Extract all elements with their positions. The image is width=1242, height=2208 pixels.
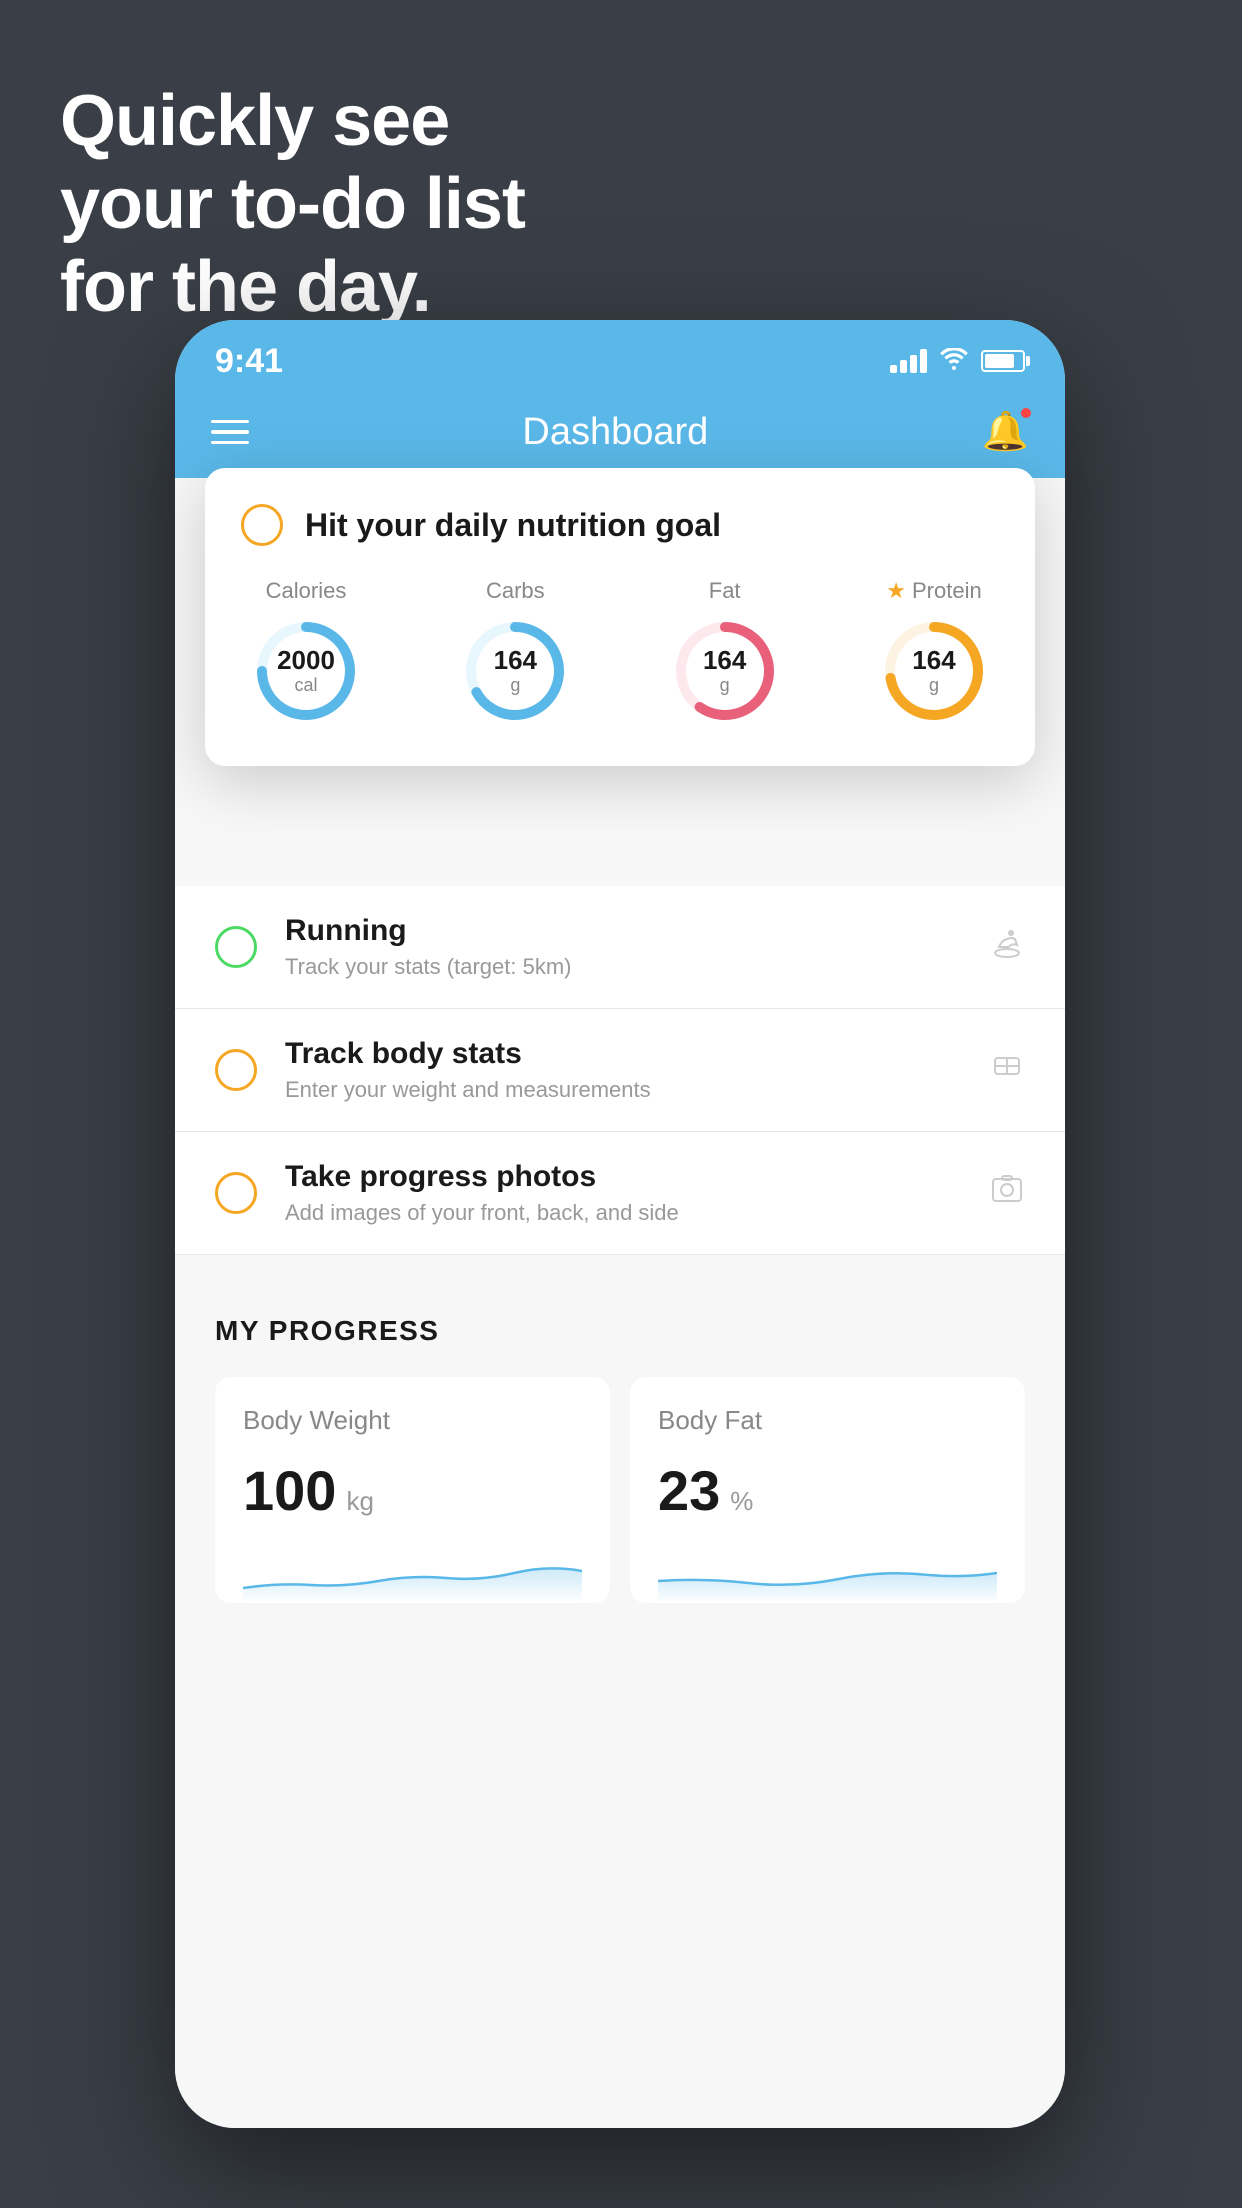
signal-bars-icon: [890, 349, 927, 373]
calories-label: Calories: [266, 578, 347, 604]
list-item-body-stats[interactable]: Track body stats Enter your weight and m…: [175, 1009, 1065, 1132]
protein-value: 164: [912, 646, 955, 675]
running-checkbox[interactable]: [215, 926, 257, 968]
running-title: Running: [285, 914, 961, 948]
photos-checkbox[interactable]: [215, 1172, 257, 1214]
body-stats-title: Track body stats: [285, 1037, 961, 1071]
nutrition-fat: Fat 164 g: [670, 578, 780, 726]
headline-text: Quickly see your to-do list for the day.: [60, 80, 525, 328]
notification-dot: [1019, 406, 1033, 420]
calories-unit: cal: [277, 675, 335, 696]
progress-section: MY PROGRESS Body Weight 100 kg: [175, 1255, 1065, 1643]
protein-donut: 164 g: [879, 616, 989, 726]
body-weight-value: 100: [243, 1458, 336, 1523]
body-stats-sub: Enter your weight and measurements: [285, 1077, 961, 1103]
body-weight-label: Body Weight: [243, 1405, 582, 1436]
calories-value: 2000: [277, 646, 335, 675]
status-time: 9:41: [215, 342, 283, 381]
protein-unit: g: [912, 675, 955, 696]
photos-icon: [989, 1171, 1025, 1216]
list-item-running[interactable]: Running Track your stats (target: 5km): [175, 886, 1065, 1009]
body-stats-icon: [989, 1048, 1025, 1093]
running-sub: Track your stats (target: 5km): [285, 954, 961, 980]
body-weight-card[interactable]: Body Weight 100 kg: [215, 1377, 610, 1603]
running-text: Running Track your stats (target: 5km): [285, 914, 961, 980]
carbs-donut: 164 g: [460, 616, 570, 726]
body-weight-chart: [243, 1543, 582, 1603]
photos-title: Take progress photos: [285, 1160, 961, 1194]
list-item-photos[interactable]: Take progress photos Add images of your …: [175, 1132, 1065, 1255]
signal-bar-4: [920, 349, 927, 373]
headline-line1: Quickly see: [60, 81, 449, 161]
phone-mockup: 9:41 Dashboard 🔔: [175, 320, 1065, 2128]
protein-label: ★Protein: [886, 578, 981, 604]
nutrition-carbs: Carbs 164 g: [460, 578, 570, 726]
body-fat-value: 23: [658, 1458, 720, 1523]
body-stats-checkbox[interactable]: [215, 1049, 257, 1091]
todo-list: Running Track your stats (target: 5km) T…: [175, 886, 1065, 1255]
status-bar: 9:41: [175, 320, 1065, 392]
nutrition-stats-row: Calories 2000 cal Carbs: [241, 578, 999, 726]
wifi-icon: [939, 346, 969, 377]
body-fat-card[interactable]: Body Fat 23 %: [630, 1377, 1025, 1603]
star-icon: ★: [886, 578, 906, 604]
fat-donut: 164 g: [670, 616, 780, 726]
nav-bar: Dashboard 🔔: [175, 392, 1065, 478]
nav-title: Dashboard: [522, 411, 708, 454]
carbs-unit: g: [494, 675, 537, 696]
photos-text: Take progress photos Add images of your …: [285, 1160, 961, 1226]
carbs-label: Carbs: [486, 578, 545, 604]
progress-cards: Body Weight 100 kg: [215, 1377, 1025, 1603]
status-icons: [890, 346, 1025, 377]
fat-value: 164: [703, 646, 746, 675]
nutrition-card-title: Hit your daily nutrition goal: [305, 507, 721, 544]
body-weight-value-row: 100 kg: [243, 1458, 582, 1523]
body-stats-text: Track body stats Enter your weight and m…: [285, 1037, 961, 1103]
photos-sub: Add images of your front, back, and side: [285, 1200, 961, 1226]
battery-icon: [981, 350, 1025, 372]
hamburger-menu[interactable]: [211, 420, 249, 445]
nutrition-checkbox[interactable]: [241, 504, 283, 546]
nutrition-calories: Calories 2000 cal: [251, 578, 361, 726]
calories-donut: 2000 cal: [251, 616, 361, 726]
body-fat-chart: [658, 1543, 997, 1603]
progress-title: MY PROGRESS: [215, 1315, 1025, 1347]
body-fat-unit: %: [730, 1486, 753, 1517]
fat-unit: g: [703, 675, 746, 696]
headline-line2: your to-do list: [60, 164, 525, 244]
carbs-value: 164: [494, 646, 537, 675]
notification-bell[interactable]: 🔔: [982, 410, 1029, 454]
fat-label: Fat: [709, 578, 741, 604]
nutrition-protein: ★Protein 164 g: [879, 578, 989, 726]
nutrition-card-title-row: Hit your daily nutrition goal: [241, 504, 999, 546]
signal-bar-1: [890, 365, 897, 373]
nutrition-card: Hit your daily nutrition goal Calories 2…: [205, 468, 1035, 766]
body-fat-value-row: 23 %: [658, 1458, 997, 1523]
headline-line3: for the day.: [60, 247, 431, 327]
body-fat-label: Body Fat: [658, 1405, 997, 1436]
signal-bar-2: [900, 360, 907, 373]
body-weight-unit: kg: [346, 1486, 373, 1517]
signal-bar-3: [910, 355, 917, 373]
content-area: THINGS TO DO TODAY Hit your daily nutrit…: [175, 478, 1065, 2128]
running-icon: [989, 925, 1025, 970]
